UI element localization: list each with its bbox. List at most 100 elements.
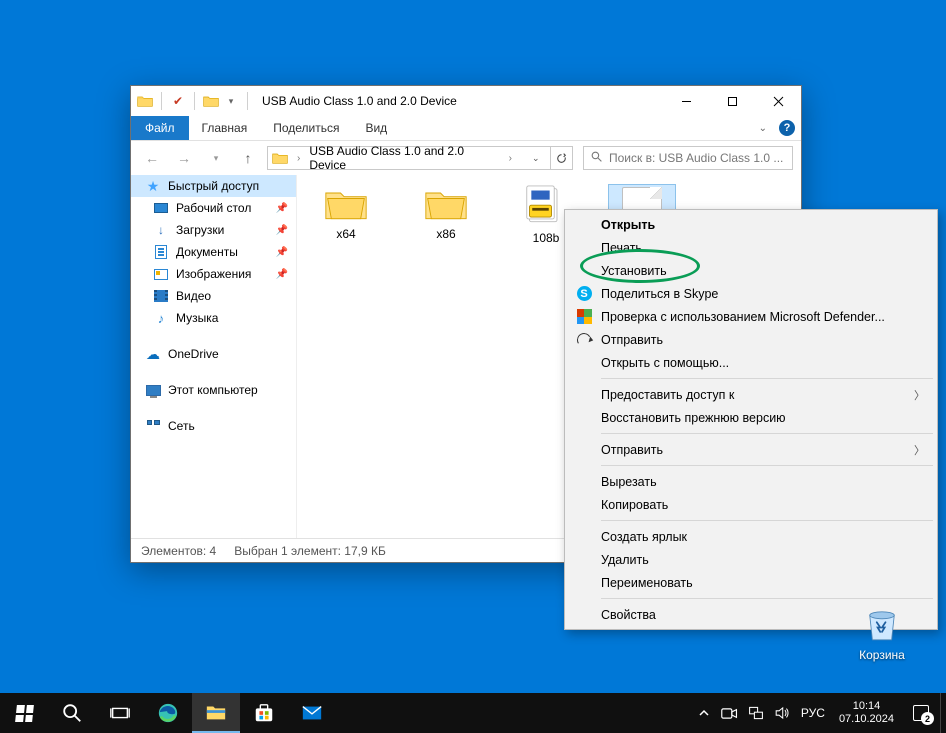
cabinet-icon	[524, 185, 568, 227]
qat-dropdown-icon[interactable]: ▾	[223, 93, 239, 109]
taskbar-store[interactable]	[240, 693, 288, 733]
ctx-copy[interactable]: Копировать	[567, 493, 935, 516]
ctx-delete[interactable]: Удалить	[567, 548, 935, 571]
nav-label: Рабочий стол	[176, 201, 251, 215]
recycle-bin[interactable]: Корзина	[848, 603, 916, 662]
ribbon-share-tab[interactable]: Поделиться	[260, 116, 352, 140]
navitem-desktop[interactable]: Рабочий стол 📌	[131, 197, 296, 219]
ribbon-file-tab[interactable]: Файл	[131, 116, 189, 140]
titlebar: ✔ ▾ USB Audio Class 1.0 and 2.0 Device	[131, 86, 801, 116]
folder-icon	[424, 185, 468, 223]
refresh-button[interactable]	[550, 147, 572, 169]
recycle-bin-label: Корзина	[859, 648, 905, 662]
chevron-right-icon[interactable]: ›	[504, 153, 517, 164]
folder-icon	[272, 150, 288, 166]
network-icon	[145, 418, 161, 434]
ctx-shortcut[interactable]: Создать ярлык	[567, 525, 935, 548]
nav-back-button[interactable]: ←	[139, 145, 165, 171]
tray-language[interactable]: РУС	[795, 706, 831, 720]
task-view-button[interactable]	[96, 693, 144, 733]
qat-properties-icon[interactable]: ✔	[170, 93, 186, 109]
picture-icon	[153, 266, 169, 282]
breadcrumb-folder[interactable]: USB Audio Class 1.0 and 2.0 Device	[309, 144, 499, 172]
nav-label: Музыка	[176, 311, 218, 325]
navitem-onedrive[interactable]: ☁ OneDrive	[131, 343, 296, 365]
ctx-share[interactable]: Отправить	[567, 328, 935, 351]
ribbon-tabs: Файл Главная Поделиться Вид ⌄ ?	[131, 116, 801, 141]
ribbon-expand-icon[interactable]: ⌄	[759, 116, 773, 140]
ctx-install[interactable]: Установить	[567, 259, 935, 282]
ctx-rename[interactable]: Переименовать	[567, 571, 935, 594]
nav-label: Этот компьютер	[168, 383, 258, 397]
windows-logo-icon	[15, 705, 34, 722]
show-desktop-button[interactable]	[940, 693, 946, 733]
nav-recent-button[interactable]: ▾	[203, 145, 229, 171]
ribbon-home-tab[interactable]: Главная	[189, 116, 261, 140]
pin-icon: 📌	[276, 269, 288, 280]
folder-x86[interactable]: x86	[409, 185, 483, 241]
navitem-quick-access[interactable]: ★ Быстрый доступ	[131, 175, 296, 197]
tray-clock[interactable]: 10:14 07.10.2024	[831, 700, 902, 725]
address-history-icon[interactable]: ⌄	[525, 147, 547, 169]
edge-icon	[157, 702, 179, 724]
pin-icon: 📌	[276, 247, 288, 258]
minimize-button[interactable]	[663, 86, 709, 116]
ctx-open-with[interactable]: Открыть с помощью...	[567, 351, 935, 374]
pin-icon: 📌	[276, 203, 288, 214]
tray-network[interactable]	[743, 705, 769, 721]
clock-time: 10:14	[839, 700, 894, 713]
maximize-button[interactable]	[709, 86, 755, 116]
chevron-right-icon[interactable]: ›	[292, 153, 305, 164]
ctx-send-to[interactable]: Отправить〉	[567, 438, 935, 461]
search-input[interactable]: Поиск в: USB Audio Class 1.0 ...	[583, 146, 793, 170]
taskbar-edge[interactable]	[144, 693, 192, 733]
ctx-restore-version[interactable]: Восстановить прежнюю версию	[567, 406, 935, 429]
mail-icon	[301, 702, 323, 724]
ctx-open[interactable]: Открыть	[567, 213, 935, 236]
chevron-up-icon	[698, 707, 710, 719]
navitem-this-pc[interactable]: Этот компьютер	[131, 379, 296, 401]
qat-folder-icon[interactable]	[203, 93, 219, 109]
ctx-print[interactable]: Печать	[567, 236, 935, 259]
ctx-defender[interactable]: Проверка с использованием Microsoft Defe…	[567, 305, 935, 328]
taskbar: РУС 10:14 07.10.2024 2	[0, 693, 946, 733]
search-icon	[590, 150, 603, 166]
separator	[601, 433, 933, 434]
taskbar-mail[interactable]	[288, 693, 336, 733]
separator	[601, 598, 933, 599]
folder-x64[interactable]: x64	[309, 185, 383, 241]
file-label: x86	[436, 227, 455, 241]
tray-volume[interactable]	[769, 705, 795, 721]
navitem-videos[interactable]: Видео	[131, 285, 296, 307]
help-button[interactable]: ?	[773, 116, 801, 140]
ctx-skype[interactable]: S Поделиться в Skype	[567, 282, 935, 305]
nav-up-button[interactable]: ↑	[235, 145, 261, 171]
start-button[interactable]	[0, 693, 48, 733]
address-bar[interactable]: › USB Audio Class 1.0 and 2.0 Device › ⌄	[267, 146, 573, 170]
navitem-network[interactable]: Сеть	[131, 415, 296, 437]
navitem-documents[interactable]: Документы 📌	[131, 241, 296, 263]
navitem-music[interactable]: ♪ Музыка	[131, 307, 296, 329]
tray-overflow-button[interactable]	[691, 707, 717, 719]
navitem-pictures[interactable]: Изображения 📌	[131, 263, 296, 285]
ctx-grant-access[interactable]: Предоставить доступ к〉	[567, 383, 935, 406]
close-button[interactable]	[755, 86, 801, 116]
nav-label: Сеть	[168, 419, 195, 433]
store-icon	[253, 702, 275, 724]
document-icon	[153, 244, 169, 260]
nav-forward-button[interactable]: →	[171, 145, 197, 171]
pc-icon	[145, 382, 161, 398]
speaker-icon	[774, 705, 790, 721]
taskbar-explorer[interactable]	[192, 693, 240, 733]
tray-meet-now[interactable]	[717, 706, 743, 721]
chevron-right-icon: 〉	[914, 442, 925, 458]
taskbar-search-button[interactable]	[48, 693, 96, 733]
ribbon-view-tab[interactable]: Вид	[352, 116, 400, 140]
tray-notifications[interactable]: 2	[902, 704, 940, 722]
clock-date: 07.10.2024	[839, 713, 894, 726]
nav-label: Документы	[176, 245, 238, 259]
task-view-icon	[109, 702, 131, 724]
ctx-cut[interactable]: Вырезать	[567, 470, 935, 493]
navitem-downloads[interactable]: ↓ Загрузки 📌	[131, 219, 296, 241]
navigation-pane: ★ Быстрый доступ Рабочий стол 📌 ↓ Загруз…	[131, 175, 297, 538]
